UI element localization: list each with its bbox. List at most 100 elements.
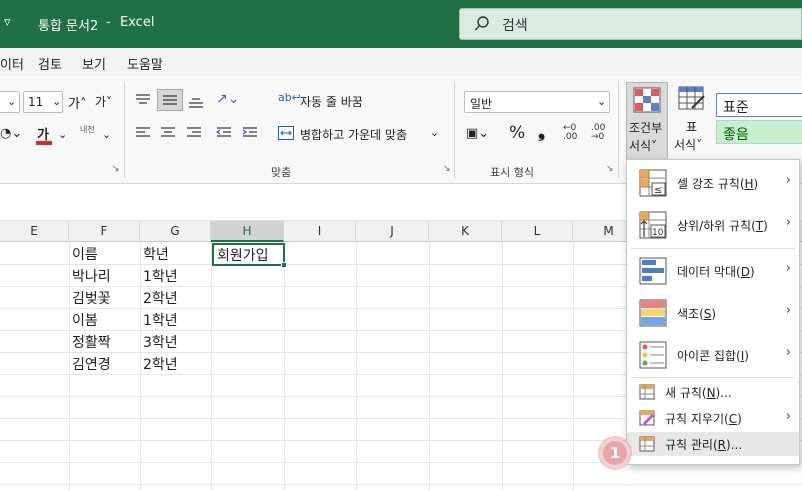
chevron-right-icon: › — [785, 303, 791, 318]
orientation-button[interactable]: ↗⌄ — [216, 91, 239, 107]
chevron-down-icon[interactable]: ⌄ — [58, 128, 67, 141]
new-rule-label: 새 규칙(N)... — [665, 386, 732, 400]
number-format-value: 일반 — [470, 97, 493, 111]
menu-item-new-rule[interactable]: 새 규칙(N)... — [627, 380, 799, 404]
percent-style-button[interactable]: % — [509, 123, 525, 143]
menu-item-icon-sets[interactable]: 아이콘 집합(I) › — [627, 335, 799, 375]
active-cell-h1[interactable]: 회원가입 — [212, 243, 287, 268]
tab-help[interactable]: 도움말 — [127, 54, 163, 73]
data-bars-icon — [639, 257, 667, 285]
style-normal[interactable]: 표준 — [716, 93, 802, 117]
dialog-launcher-icon[interactable]: ↘ — [606, 164, 614, 174]
conditional-formatting-label-1: 조건부 — [629, 121, 663, 135]
menu-item-highlight-cells-rules[interactable]: ≤ 셀 강조 규칙(H) › — [627, 163, 799, 203]
column-header-g[interactable]: G — [140, 221, 211, 242]
wrap-text-label: 자동 줄 바꿈 — [300, 95, 363, 109]
comma-style-button[interactable]: ❟ — [538, 121, 545, 142]
cell-f4[interactable]: 이봄 — [72, 310, 98, 330]
format-as-table-label-2: 서식˅ — [674, 138, 703, 152]
cell-g5[interactable]: 3학년 — [143, 332, 178, 352]
font-name-dropdown[interactable]: ⌄ — [0, 91, 20, 113]
column-header-i[interactable]: I — [284, 221, 356, 242]
search-box[interactable]: 검색 — [459, 8, 802, 40]
highlight-cells-rules-label: 셀 강조 규칙(H) — [677, 177, 759, 191]
menu-item-data-bars[interactable]: 데이터 막대(D) › — [627, 251, 799, 291]
column-header-j[interactable]: J — [356, 221, 429, 242]
menu-item-top-bottom-rules[interactable]: 10 상위/하위 규칙(T) › — [627, 205, 799, 245]
fill-color-button[interactable]: ◔⌄ — [0, 126, 22, 141]
align-bottom-icon[interactable] — [188, 95, 204, 109]
decrease-font-size-button[interactable]: 가˅ — [95, 93, 112, 110]
cell-f3[interactable]: 김벚꽃 — [72, 288, 111, 308]
tab-view[interactable]: 보기 — [82, 54, 106, 73]
increase-font-size-button[interactable]: 가˄ — [68, 93, 86, 112]
dialog-launcher-icon[interactable]: ↘ — [112, 164, 120, 174]
menu-separator — [631, 248, 795, 249]
chevron-down-icon: ⌄ — [7, 95, 17, 108]
align-center-icon[interactable] — [160, 126, 176, 140]
manage-rules-label: 규칙 관리(R)... — [665, 438, 743, 452]
cell-f5[interactable]: 정활짝 — [72, 332, 111, 352]
group-divider — [618, 82, 619, 178]
column-header-e[interactable]: E — [0, 221, 69, 242]
highlight-cells-rules-icon: ≤ — [639, 169, 667, 197]
title-separator: - — [106, 15, 111, 30]
merge-center-icon — [278, 126, 294, 140]
highlight-icon-text: ≤ — [654, 185, 662, 196]
cell-g1[interactable]: 학년 — [143, 244, 169, 264]
alignment-group-label: 맞춤 — [271, 166, 292, 179]
menu-item-clear-rules[interactable]: 규칙 지우기(C) › — [627, 406, 799, 430]
top-bottom-rules-icon: 10 — [639, 211, 667, 239]
align-middle-icon — [163, 95, 177, 105]
cell-f2[interactable]: 박나리 — [72, 266, 111, 286]
cell-g4[interactable]: 1학년 — [143, 310, 178, 330]
cell-f6[interactable]: 김연경 — [72, 354, 111, 374]
conditional-formatting-label-2: 서식˅ — [629, 139, 658, 153]
cell-g6[interactable]: 2학년 — [143, 354, 178, 374]
manage-rules-icon — [639, 436, 655, 452]
accounting-format-button[interactable]: ▣⌄ — [466, 126, 489, 141]
icon-sets-icon — [639, 341, 667, 369]
decrease-decimal-icon[interactable]: .00 →0 — [591, 124, 605, 142]
quick-access-dropdown-icon[interactable]: ▿ — [4, 15, 11, 30]
column-header-l[interactable]: L — [502, 221, 573, 242]
font-size-dropdown[interactable]: 11 ⌄ — [23, 91, 63, 113]
cell-g3[interactable]: 2학년 — [143, 288, 178, 308]
increase-decimal-icon[interactable]: ←0.00 — [563, 124, 577, 142]
style-normal-label: 표준 — [723, 100, 749, 116]
cell-f1[interactable]: 이름 — [72, 244, 98, 264]
align-left-icon[interactable] — [135, 126, 151, 140]
wrap-text-button[interactable]: ab↩ 자동 줄 바꿈 — [278, 91, 388, 111]
phonetic-guide-button[interactable]: 내천 — [80, 124, 95, 135]
decrease-indent-icon[interactable] — [216, 126, 232, 140]
align-top-icon[interactable] — [135, 93, 151, 107]
menu-item-color-scales[interactable]: 색조(S) › — [627, 293, 799, 333]
dialog-launcher-icon[interactable]: ↘ — [443, 164, 451, 174]
fill-handle[interactable] — [281, 262, 287, 268]
format-as-table-icon — [678, 86, 705, 110]
align-middle-button[interactable] — [157, 89, 183, 111]
column-header-h[interactable]: H — [211, 221, 284, 242]
column-header-f[interactable]: F — [69, 221, 140, 242]
column-header-k[interactable]: K — [429, 221, 502, 242]
cell-g2[interactable]: 1학년 — [143, 266, 178, 286]
format-as-table-button[interactable]: 표 서식˅ — [672, 82, 712, 160]
style-good-label: 좋음 — [723, 127, 749, 143]
align-right-icon[interactable] — [186, 126, 202, 140]
number-format-dropdown[interactable]: 일반 ⌄ — [464, 91, 610, 113]
tab-review[interactable]: 검토 — [38, 54, 62, 73]
font-color-button[interactable]: 가 — [36, 122, 54, 146]
chevron-down-icon: ⌄ — [52, 95, 62, 108]
chevron-right-icon: › — [785, 173, 791, 188]
chevron-down-icon[interactable]: ⌄ — [102, 128, 111, 141]
top-bottom-rules-label: 상위/하위 규칙(T) — [677, 219, 768, 233]
style-good[interactable]: 좋음 — [716, 120, 802, 144]
chevron-down-icon: ⌄ — [430, 126, 440, 139]
increase-indent-icon[interactable] — [242, 126, 258, 140]
menu-item-manage-rules[interactable]: 규칙 관리(R)... — [627, 432, 799, 456]
merge-center-button[interactable]: 병합하고 가운데 맞춤 ⌄ — [278, 124, 448, 144]
conditional-formatting-button[interactable]: 조건부 서식˅ — [626, 82, 668, 160]
menu-separator — [631, 377, 795, 378]
tab-data[interactable]: 이터 — [0, 54, 24, 73]
title-bar: ▿ 통합 문서2 - Excel 검색 — [0, 0, 802, 48]
